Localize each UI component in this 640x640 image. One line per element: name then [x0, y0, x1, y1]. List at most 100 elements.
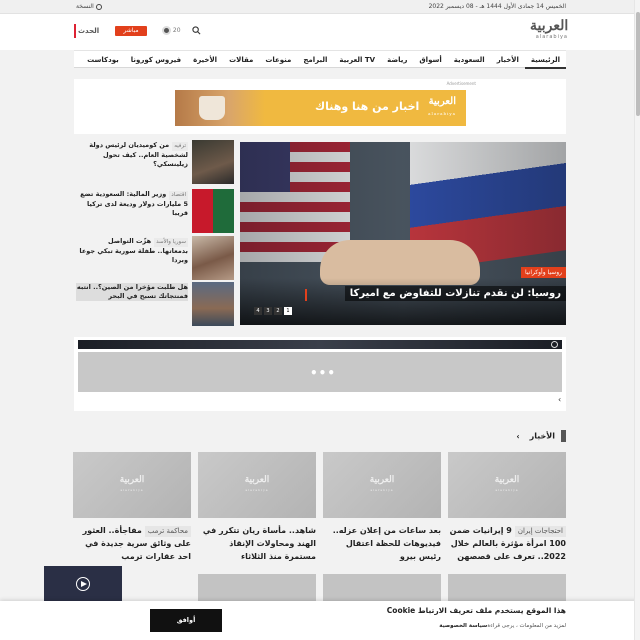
alhadath-logo[interactable]: الحدث — [74, 24, 104, 38]
hero-page-1[interactable]: 1 — [284, 307, 292, 315]
news-card[interactable]: العربية alarabiya شاهد.. مأساة ريان تتكرر… — [198, 452, 316, 563]
news-card-image[interactable] — [198, 574, 316, 604]
cookie-accept-button[interactable]: أوافق — [150, 609, 222, 632]
side-item-category: سوريا والأسد — [154, 238, 188, 247]
side-item[interactable]: سوريا والأسدهزّت التواصل بدمعاتها.. طفلة… — [74, 236, 234, 280]
refresh-icon[interactable] — [551, 341, 558, 348]
news-card[interactable]: العربية alarabiya احتجاجات إيران9 إيرانيا… — [448, 452, 566, 563]
hero-page-3[interactable]: 3 — [264, 307, 272, 315]
news-card-image[interactable] — [323, 574, 441, 604]
ad-mug — [199, 96, 225, 120]
card-logo-arabic: العربية — [369, 475, 395, 485]
side-item-text: سوريا والأسدهزّت التواصل بدمعاتها.. طفلة… — [76, 237, 188, 265]
privacy-policy-link[interactable]: سياسة الخصوصية — [439, 623, 487, 629]
nav-item[interactable]: الأخيرة — [187, 51, 223, 69]
side-item-text: ترفيهمن كوميديان لرئيس دولة لشخصية العام… — [76, 141, 188, 169]
hero-pager: 4 3 2 1 — [254, 307, 292, 315]
card-category: احتجاجات إيران — [514, 526, 566, 537]
card-logo-arabic: العربية — [244, 475, 270, 485]
globe-icon — [95, 3, 102, 10]
card-logo-english: alarabiya — [370, 488, 394, 492]
hero-accent-bar — [305, 289, 307, 301]
nav-item[interactable]: السعودية — [448, 51, 491, 69]
nav-item[interactable]: مقالات — [223, 51, 259, 69]
side-item-thumbnail — [192, 282, 234, 326]
card-logo: العربية alarabiya — [198, 475, 316, 495]
section-marker — [561, 430, 566, 442]
search-icon[interactable] — [192, 26, 201, 35]
main-nav: الرئيسية الأخبار السعودية أسواق رياضة العربية… — [74, 50, 566, 69]
side-item-title: هل طلبت مؤخرا من الصين؟.. انتبه فمنتجاتك… — [76, 283, 188, 300]
news-card[interactable]: العربية alarabiya بعد ساعات من إعلان عزله… — [323, 452, 441, 563]
hero-page-4[interactable]: 4 — [254, 307, 262, 315]
current-date: الخميس 14 جمادى الأول 1444 هـ - 08 ديسمب… — [428, 3, 566, 10]
card-text: شاهد.. مأساة ريان تتكرر في الهند ومحاولا… — [198, 524, 316, 563]
nav-item[interactable]: منوعات — [259, 51, 297, 69]
ad-banner[interactable]: اخبار من هنا وهناك العربية alarabiya — [175, 90, 466, 126]
news-card-image[interactable] — [448, 574, 566, 604]
side-item-thumbnail — [192, 189, 234, 233]
side-item[interactable]: ترفيهمن كوميديان لرئيس دولة لشخصية العام… — [74, 140, 234, 184]
side-item-text: اقتصادوزير المالية: السعودية تضع 5 مليار… — [76, 190, 188, 218]
floating-video-player[interactable] — [44, 566, 122, 602]
card-logo-english: alarabiya — [495, 488, 519, 492]
side-item-category: ترفيه — [172, 142, 188, 151]
cookie-title: هذا الموقع يستخدم ملف تعريف الارتباط Coo… — [386, 606, 566, 615]
card-image: العربية alarabiya — [448, 452, 566, 518]
nav-item[interactable]: العربية TV — [333, 51, 381, 69]
nav-item[interactable]: رياضة — [381, 51, 413, 69]
card-title: بعد ساعات من إعلان عزله.. فيديوهات للحظة… — [332, 526, 441, 561]
play-icon[interactable] — [76, 577, 90, 591]
nav-item[interactable]: أسواق — [413, 51, 447, 69]
ad-label: Advertisement — [446, 81, 476, 86]
card-text: احتجاجات إيران9 إيرانيات ضمن 100 امرأة م… — [448, 524, 566, 563]
nav-item[interactable]: الأخبار — [491, 51, 525, 69]
side-item-category: اقتصاد — [169, 191, 188, 200]
scrollbar[interactable] — [634, 0, 640, 640]
logo-arabic: العربية — [530, 18, 569, 34]
widget-prev-button[interactable]: ‹ — [558, 395, 561, 404]
side-item-thumbnail — [192, 236, 234, 280]
weather-temp: 20 — [172, 27, 181, 34]
card-text: بعد ساعات من إعلان عزله.. فيديوهات للحظة… — [323, 524, 441, 563]
cookie-subtitle-text: لمزيد من المعلومات ، يرجى قراءة — [487, 623, 566, 629]
widget-header-bar — [78, 340, 562, 349]
language-selector[interactable]: النسخة — [76, 3, 102, 10]
site-logo[interactable]: العربية alarabiya — [530, 18, 568, 44]
section-title: الأخبار — [529, 431, 555, 441]
ad-logo-arabic: العربية — [428, 96, 456, 107]
card-text: محاكمة ترمبمفاجأة.. العثور على وثائق سري… — [73, 524, 191, 563]
hero-tag[interactable]: روسيا وأوكرانيا — [521, 267, 566, 278]
card-logo: العربية alarabiya — [73, 475, 191, 495]
top-strip: الخميس 14 جمادى الأول 1444 هـ - 08 ديسمب… — [0, 0, 640, 14]
card-logo: العربية alarabiya — [323, 475, 441, 495]
weather-widget[interactable]: 20 — [162, 26, 181, 35]
card-logo-english: alarabiya — [245, 488, 269, 492]
nav-item[interactable]: فيروس كورونا — [125, 51, 187, 69]
scrollbar-thumb[interactable] — [636, 12, 640, 116]
video-widget: ••• ‹ — [74, 337, 566, 411]
card-title: شاهد.. مأساة ريان تتكرر في الهند ومحاولا… — [202, 526, 316, 561]
ad-container: Advertisement اخبار من هنا وهناك العربية… — [74, 79, 566, 134]
card-image: العربية alarabiya — [198, 452, 316, 518]
card-logo-arabic: العربية — [494, 475, 520, 485]
news-card[interactable]: العربية alarabiya محاكمة ترمبمفاجأة.. الع… — [73, 452, 191, 563]
nav-item[interactable]: البرامج — [297, 51, 333, 69]
live-button[interactable]: مباشر — [115, 26, 147, 36]
language-label: النسخة — [76, 3, 94, 10]
side-item[interactable]: هل طلبت مؤخرا من الصين؟.. انتبه فمنتجاتك… — [74, 282, 234, 326]
hero-page-2[interactable]: 2 — [274, 307, 282, 315]
widget-panel[interactable]: ••• — [78, 352, 562, 392]
hero-slider[interactable]: روسيا وأوكرانيا روسيا: لن نقدم تنازلات ل… — [240, 142, 566, 325]
news-section-header[interactable]: الأخبار › — [516, 430, 566, 442]
cookie-banner: هذا الموقع يستخدم ملف تعريف الارتباط Coo… — [0, 601, 640, 640]
card-category: محاكمة ترمب — [144, 526, 191, 537]
nav-item[interactable]: الرئيسية — [524, 51, 566, 69]
cookie-subtitle: لمزيد من المعلومات ، يرجى قراءةسياسة الخ… — [439, 623, 566, 629]
nav-item[interactable]: بودكاست — [81, 51, 125, 69]
logo-english: alarabiya — [535, 34, 568, 40]
card-logo: العربية alarabiya — [448, 475, 566, 495]
side-item-text: هل طلبت مؤخرا من الصين؟.. انتبه فمنتجاتك… — [76, 283, 188, 301]
hero-title[interactable]: روسيا: لن نقدم تنازلات للتفاوض مع اميركا — [344, 286, 566, 301]
side-item[interactable]: اقتصادوزير المالية: السعودية تضع 5 مليار… — [74, 189, 234, 233]
